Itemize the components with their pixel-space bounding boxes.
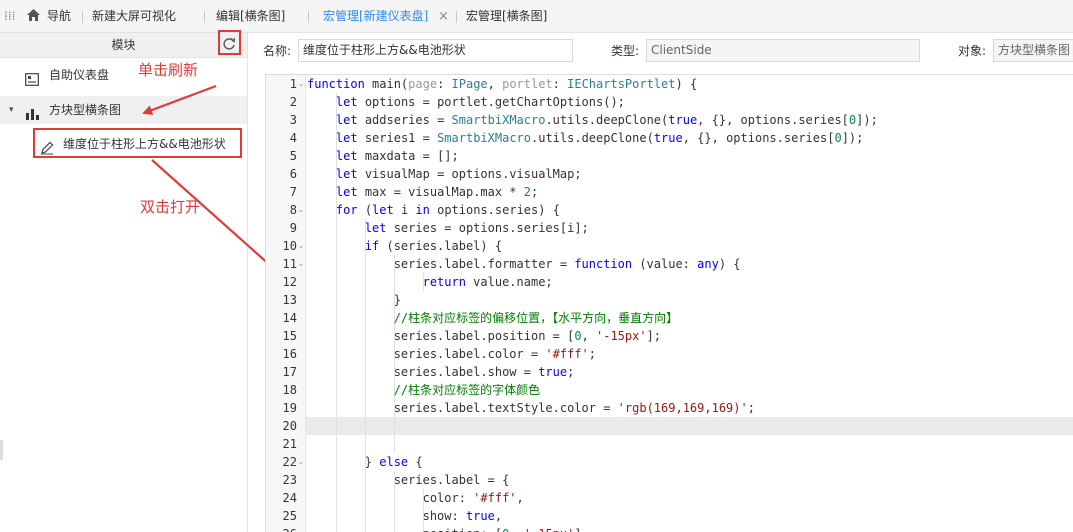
code-line[interactable]: let visualMap = options.visualMap; (307, 165, 582, 183)
code-line[interactable]: let addseries = SmartbiXMacro.utils.deep… (307, 111, 878, 129)
tab-macro-new-dashboard[interactable]: 宏管理[新建仪表盘] (323, 0, 428, 33)
code-line[interactable]: series.label.formatter = function (value… (307, 255, 741, 273)
line-number: 4 (289, 131, 297, 145)
fold-chevron-icon[interactable]: ⌄ (297, 75, 305, 93)
line-number: 24 (282, 491, 297, 505)
line-number: 2 (289, 95, 297, 109)
tree-item-label: 自助仪表盘 (49, 68, 110, 82)
code-line[interactable]: let series1 = SmartbiXMacro.utils.deepCl… (307, 129, 863, 147)
line-number: 9 (289, 221, 297, 235)
line-number: 19 (282, 401, 297, 415)
code-line[interactable]: function main(page: IPage, portlet: IECh… (307, 75, 697, 93)
fold-chevron-icon[interactable]: ⌄ (297, 255, 305, 273)
line-number: 3 (289, 113, 297, 127)
code-line[interactable]: series.label.textStyle.color = 'rgb(169,… (307, 399, 755, 417)
line-number: 5 (289, 149, 297, 163)
code-line[interactable]: show: true, (307, 507, 503, 525)
tab-new-dashboard-visualization[interactable]: 新建大屏可视化 (92, 0, 176, 33)
line-number: 14 (282, 311, 297, 325)
code-line[interactable]: if (series.label) { (307, 237, 502, 255)
line-number-gutter: 1 ⌄ 2 3 4 5 6 7 8 ⌄ 9 10 ⌄ 11 ⌄ 12 13 14 15 16 17 18 19 20 21 22 ⌄… (266, 75, 306, 532)
code-line[interactable]: let series = options.series[i]; (307, 219, 589, 237)
line-number: 7 (289, 185, 297, 199)
code-line[interactable]: series.label.position = [0, '-15px']; (307, 327, 661, 345)
line-number: 15 (282, 329, 297, 343)
code-line[interactable]: for (let i in options.series) { (307, 201, 560, 219)
fold-chevron-icon[interactable]: ⌄ (297, 453, 305, 471)
tab-navigation[interactable]: 导航 (47, 0, 71, 33)
type-field[interactable]: ClientSide (646, 39, 920, 62)
menu-handle-icon[interactable]: ⁞⁞⁞ (4, 0, 15, 33)
line-number: 10 (282, 239, 297, 253)
line-number: 12 (282, 275, 297, 289)
annotation-single-click-refresh: 单击刷新 (138, 61, 199, 79)
code-line[interactable]: } (307, 291, 401, 309)
tab-bar: ⁞⁞⁞ 导航 新建大屏可视化 编辑[横条图] 宏管理[新建仪表盘] × 宏管理[… (0, 0, 1073, 33)
line-number: 20 (282, 419, 297, 433)
module-panel-header: 模块 (0, 33, 247, 58)
fold-chevron-icon[interactable]: ⌄ (297, 237, 305, 255)
close-tab-icon[interactable]: × (438, 0, 449, 33)
tab-edit-bar-chart[interactable]: 编辑[横条图] (216, 0, 285, 33)
line-number: 23 (282, 473, 297, 487)
tab-macro-bar-chart[interactable]: 宏管理[横条图] (466, 0, 547, 33)
name-label: 名称: (263, 44, 292, 58)
scroll-handle[interactable] (0, 440, 3, 460)
target-field[interactable]: 方块型横条图 (993, 39, 1073, 62)
line-number: 26 (266, 525, 297, 532)
line-number: 6 (289, 167, 297, 181)
code-line[interactable]: color: '#fff', (307, 489, 524, 507)
type-label: 类型: (611, 44, 640, 58)
dashboard-icon (25, 68, 39, 96)
code-line[interactable]: return value.name; (307, 273, 553, 291)
code-line[interactable]: series.label.color = '#fff'; (307, 345, 596, 363)
line-number: 21 (282, 437, 297, 451)
line-number: 22 (282, 455, 297, 469)
tree-item-block-bar-chart[interactable]: ▾ 方块型横条图 (0, 96, 247, 124)
refresh-highlight-box (218, 30, 241, 55)
line-number: 11 (282, 257, 297, 271)
code-line[interactable]: } else { (307, 453, 423, 471)
current-line-highlight (306, 417, 1073, 435)
code-line[interactable]: let maxdata = []; (307, 147, 459, 165)
chevron-down-icon[interactable]: ▾ (9, 96, 14, 124)
line-number: 25 (282, 509, 297, 523)
code-line[interactable]: //柱条对应标签的偏移位置，【水平方向，垂直方向】 (307, 309, 678, 327)
script-highlight-box (33, 128, 242, 158)
annotation-double-click-open: 双击打开 (140, 198, 201, 216)
code-line[interactable]: position: [0, '-15px'], (307, 525, 589, 532)
code-line[interactable]: let options = portlet.getChartOptions(); (307, 93, 625, 111)
code-line[interactable]: series.label.show = true; (307, 363, 575, 381)
code-editor[interactable]: 1 ⌄ 2 3 4 5 6 7 8 ⌄ 9 10 ⌄ 11 ⌄ 12 13 14 15 16 17 18 19 20 21 22 ⌄… (265, 74, 1073, 532)
line-number: 1 (289, 77, 297, 91)
code-line[interactable]: let max = visualMap.max * 2; (307, 183, 538, 201)
line-number: 18 (282, 383, 297, 397)
target-label: 对象: (958, 44, 987, 58)
tree-item-label: 方块型横条图 (49, 103, 122, 117)
line-number: 8 (289, 203, 297, 217)
name-field[interactable]: 维度位于柱形上方&&电池形状 (298, 39, 573, 62)
code-line[interactable]: //柱条对应标签的字体颜色 (307, 381, 540, 399)
home-icon[interactable] (26, 0, 41, 33)
bar-chart-icon (25, 103, 40, 131)
module-panel: 模块 自助仪表盘 ▾ 方块型横条图 维度位于柱形上方&&电池形状 (0, 33, 248, 532)
line-number: 13 (282, 293, 297, 307)
fold-chevron-icon[interactable]: ⌄ (297, 201, 305, 219)
code-line[interactable]: series.label = { (307, 471, 510, 489)
tree-item-self-service-dashboard[interactable]: 自助仪表盘 (0, 61, 247, 89)
line-number: 16 (282, 347, 297, 361)
line-number: 17 (282, 365, 297, 379)
